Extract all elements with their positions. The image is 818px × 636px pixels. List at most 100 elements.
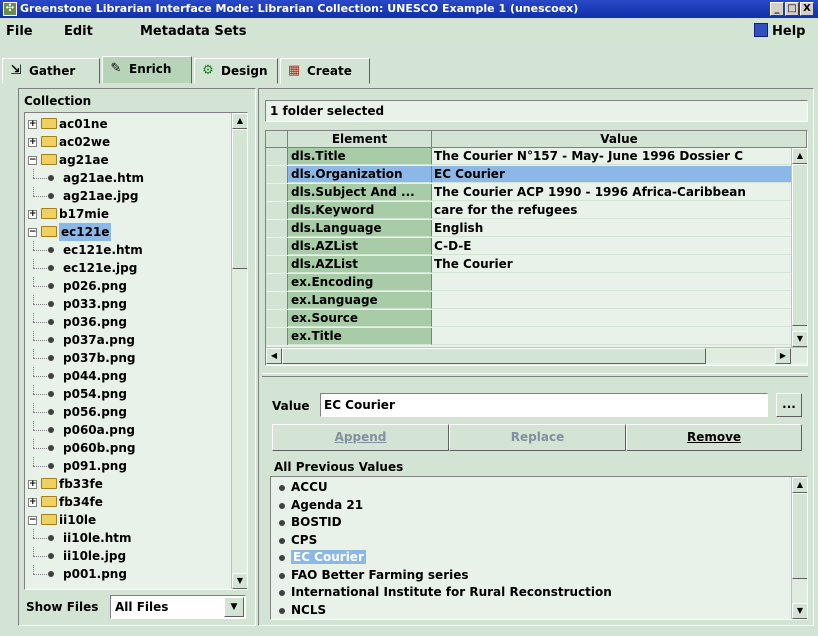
value-cell[interactable]: care for the refugees [432, 202, 791, 219]
list-item[interactable]: EC Courier [277, 549, 366, 566]
tree-item-label: p036.png [63, 315, 127, 329]
scroll-up-icon[interactable]: ▲ [232, 113, 247, 129]
table-horizontal-scrollbar[interactable]: ◀ ▶ [266, 347, 807, 364]
table-row[interactable]: ex.Title [266, 328, 791, 345]
value-cell[interactable]: The Courier [432, 256, 791, 273]
element-cell[interactable]: dls.Title [288, 148, 432, 165]
append-button[interactable]: Append [272, 424, 449, 451]
element-cell[interactable]: dls.AZList [288, 256, 432, 273]
file-bullet-icon [48, 175, 54, 181]
minimize-button[interactable]: _ [770, 2, 784, 16]
tree-connector [33, 457, 34, 466]
table-row[interactable]: dls.Language English [266, 220, 791, 237]
table-row[interactable]: dls.Title The Courier N°157 - May- June 1… [266, 148, 791, 165]
collapse-icon[interactable]: − [28, 156, 37, 165]
list-item[interactable]: International Institute for Rural Recons… [277, 584, 612, 601]
tab-gather[interactable]: ⇲ Gather [2, 58, 100, 84]
expand-icon[interactable]: + [28, 120, 37, 129]
close-button[interactable]: X [800, 2, 814, 16]
value-cell[interactable]: EC Courier [432, 166, 791, 183]
tab-enrich[interactable]: ✎ Enrich [102, 56, 192, 84]
menu-edit[interactable]: Edit [64, 18, 93, 46]
scroll-left-icon[interactable]: ◀ [266, 348, 282, 364]
collection-tree[interactable]: + ac01ne + ac02we − ag21ae ag21ae.htm ag21ae.jp… [24, 112, 248, 590]
expand-icon[interactable]: + [28, 138, 37, 147]
element-cell[interactable]: dls.Subject And ... [288, 184, 432, 201]
value-cell[interactable]: The Courier ACP 1990 - 1996 Africa-Carib… [432, 184, 791, 201]
column-header-value[interactable]: Value [432, 131, 807, 148]
previous-values-list[interactable]: ACCU Agenda 21 BOSTID CPS EC Courier FAO Bett… [270, 476, 808, 620]
tree-scrollbar[interactable]: ▲ ▼ [231, 113, 247, 589]
table-row[interactable]: dls.Organization EC Courier [266, 166, 791, 183]
element-cell[interactable]: dls.Language [288, 220, 432, 237]
element-cell[interactable]: dls.Keyword [288, 202, 432, 219]
menu-help[interactable]: Help [754, 18, 805, 46]
element-cell[interactable]: ex.Title [288, 328, 432, 345]
show-files-select[interactable]: All Files ▼ [110, 595, 246, 619]
table-row[interactable]: dls.AZList The Courier [266, 256, 791, 273]
value-input[interactable]: EC Courier [320, 393, 768, 417]
scroll-up-icon[interactable]: ▲ [792, 477, 807, 493]
element-cell[interactable]: dls.AZList [288, 238, 432, 255]
file-bullet-icon [48, 445, 54, 451]
tree-item-label: fb33fe [59, 477, 103, 491]
list-item[interactable]: FAO Better Farming series [277, 567, 469, 584]
list-item[interactable]: BOSTID [277, 514, 342, 531]
menu-metadata-sets[interactable]: Metadata Sets [140, 18, 246, 46]
element-cell[interactable]: ex.Source [288, 310, 432, 327]
value-cell[interactable] [432, 274, 791, 291]
expand-icon[interactable]: + [28, 210, 37, 219]
menu-file[interactable]: File [6, 18, 33, 46]
column-header-element[interactable]: Element [288, 131, 432, 148]
metadata-table[interactable]: Element Value dls.Title The Courier N°157… [265, 130, 808, 366]
table-row[interactable]: ex.Source [266, 310, 791, 327]
value-cell[interactable]: English [432, 220, 791, 237]
scroll-thumb[interactable] [232, 129, 247, 269]
table-row[interactable]: dls.Keyword care for the refugees [266, 202, 791, 219]
replace-button[interactable]: Replace [449, 424, 626, 451]
element-cell[interactable]: ex.Language [288, 292, 432, 309]
scroll-up-icon[interactable]: ▲ [792, 148, 807, 164]
scroll-thumb[interactable] [792, 493, 807, 579]
table-row[interactable]: ex.Language [266, 292, 791, 309]
list-item[interactable]: CPS [277, 532, 317, 549]
list-item[interactable]: ACCU [277, 479, 328, 496]
collapse-icon[interactable]: − [28, 228, 37, 237]
expand-icon[interactable]: + [28, 480, 37, 489]
row-header [266, 202, 288, 219]
table-row[interactable]: ex.Encoding [266, 274, 791, 291]
tree-item-label: p026.png [63, 279, 127, 293]
folder-open-icon [41, 154, 57, 165]
row-header [266, 274, 288, 291]
value-cell[interactable] [432, 328, 791, 345]
element-cell[interactable]: dls.Organization [288, 166, 432, 183]
list-item[interactable]: Agenda 21 [277, 497, 363, 514]
hscroll-thumb[interactable] [282, 348, 706, 364]
element-cell[interactable]: ex.Encoding [288, 274, 432, 291]
table-vertical-scrollbar[interactable]: ▲ ▼ [791, 148, 807, 347]
value-label: Value [272, 399, 310, 413]
list-item[interactable]: NCLS [277, 602, 326, 619]
maximize-button[interactable]: □ [785, 2, 799, 16]
previous-values-scrollbar[interactable]: ▲ ▼ [791, 477, 807, 619]
tab-design[interactable]: ⚙ Design [194, 58, 278, 84]
value-cell[interactable]: C-D-E [432, 238, 791, 255]
scroll-thumb[interactable] [792, 164, 807, 326]
title-bar: ✣ Greenstone Librarian Interface Mode: L… [0, 0, 818, 18]
pane-splitter[interactable] [262, 373, 808, 377]
value-cell[interactable]: The Courier N°157 - May- June 1996 Dossi… [432, 148, 791, 165]
ellipsis-button[interactable]: ... [776, 393, 802, 417]
scroll-down-icon[interactable]: ▼ [232, 573, 247, 589]
table-row[interactable]: dls.AZList C-D-E [266, 238, 791, 255]
tab-create[interactable]: ▦ Create [280, 58, 370, 84]
scroll-right-icon[interactable]: ▶ [775, 348, 791, 364]
expand-icon[interactable]: + [28, 498, 37, 507]
value-cell[interactable] [432, 310, 791, 327]
scroll-down-icon[interactable]: ▼ [792, 603, 807, 619]
table-row[interactable]: dls.Subject And ... The Courier ACP 1990 … [266, 184, 791, 201]
remove-button[interactable]: Remove [626, 424, 802, 451]
chevron-down-icon[interactable]: ▼ [224, 597, 244, 617]
value-cell[interactable] [432, 292, 791, 309]
collapse-icon[interactable]: − [28, 516, 37, 525]
scroll-down-icon[interactable]: ▼ [792, 331, 807, 347]
